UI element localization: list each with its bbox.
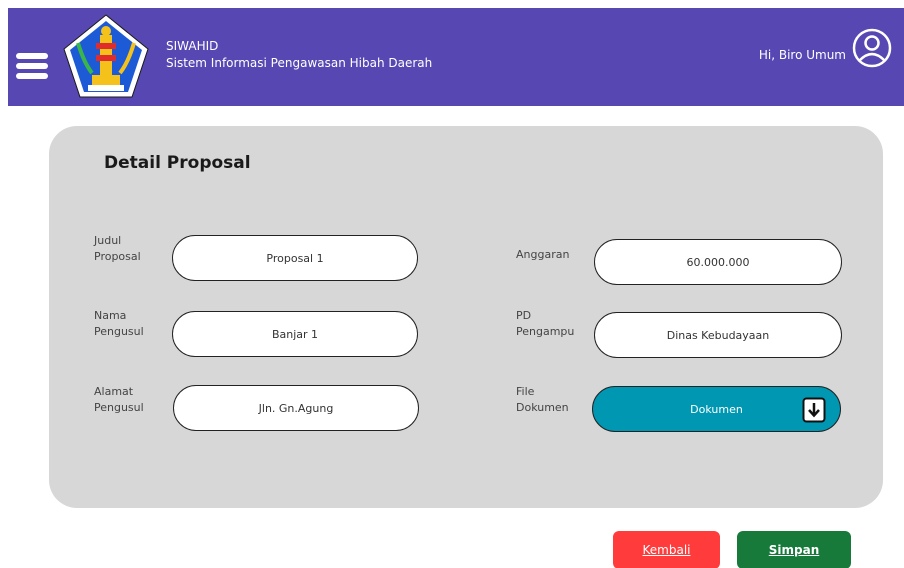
label-line: File <box>516 385 535 398</box>
user-circle-icon[interactable] <box>852 28 892 68</box>
field-value: Proposal 1 <box>266 251 324 265</box>
nama-pengusul-label: Nama Pengusul <box>94 308 144 340</box>
bali-emblem-logo <box>63 14 149 98</box>
top-header: SIWAHID Sistem Informasi Pengawasan Hiba… <box>8 8 904 106</box>
field-value: Jln. Gn.Agung <box>258 401 334 415</box>
label-line: Pengampu <box>516 325 575 338</box>
label-line: Anggaran <box>516 248 570 261</box>
hamburger-icon[interactable] <box>16 53 48 79</box>
label-line: Nama <box>94 309 127 322</box>
field-value: Banjar 1 <box>271 327 319 341</box>
proposal-detail-card: Detail Proposal Judul Proposal Proposal … <box>49 126 883 508</box>
anggaran-field[interactable]: 60.000.000 <box>594 239 842 285</box>
judul-proposal-field[interactable]: Proposal 1 <box>172 235 418 281</box>
judul-proposal-label: Judul Proposal <box>94 233 141 265</box>
pd-pengampu-field[interactable]: Dinas Kebudayaan <box>594 312 842 358</box>
kembali-button[interactable]: Kembali <box>613 531 720 568</box>
app-name: SIWAHID <box>166 39 219 53</box>
label-line: Alamat <box>94 385 134 398</box>
simpan-button[interactable]: Simpan <box>737 531 851 568</box>
file-dokumen-label: File Dokumen <box>516 384 569 416</box>
anggaran-label: Anggaran <box>516 247 569 263</box>
field-value: Dinas Kebudayaan <box>666 328 770 342</box>
nama-pengusul-field[interactable]: Banjar 1 <box>172 311 418 357</box>
label-line: Dokumen <box>516 401 569 414</box>
app-subtitle: Sistem Informasi Pengawasan Hibah Daerah <box>166 56 433 70</box>
card-title: Detail Proposal <box>104 153 251 173</box>
alamat-pengusul-field[interactable]: Jln. Gn.Agung <box>173 385 419 431</box>
file-button-label: Dokumen <box>690 402 743 416</box>
file-dokumen-button[interactable]: Dokumen <box>592 386 841 432</box>
field-value: 60.000.000 <box>686 255 750 269</box>
label-line: Judul <box>94 234 122 247</box>
label-line: Pengusul <box>94 401 144 414</box>
user-greeting: Hi, Biro Umum <box>758 48 846 62</box>
download-icon[interactable] <box>802 397 826 423</box>
alamat-pengusul-label: Alamat Pengusul <box>94 384 144 416</box>
label-line: PD <box>516 309 532 322</box>
label-line: Proposal <box>94 250 141 263</box>
label-line: Pengusul <box>94 325 144 338</box>
pd-pengampu-label: PD Pengampu <box>516 308 574 340</box>
